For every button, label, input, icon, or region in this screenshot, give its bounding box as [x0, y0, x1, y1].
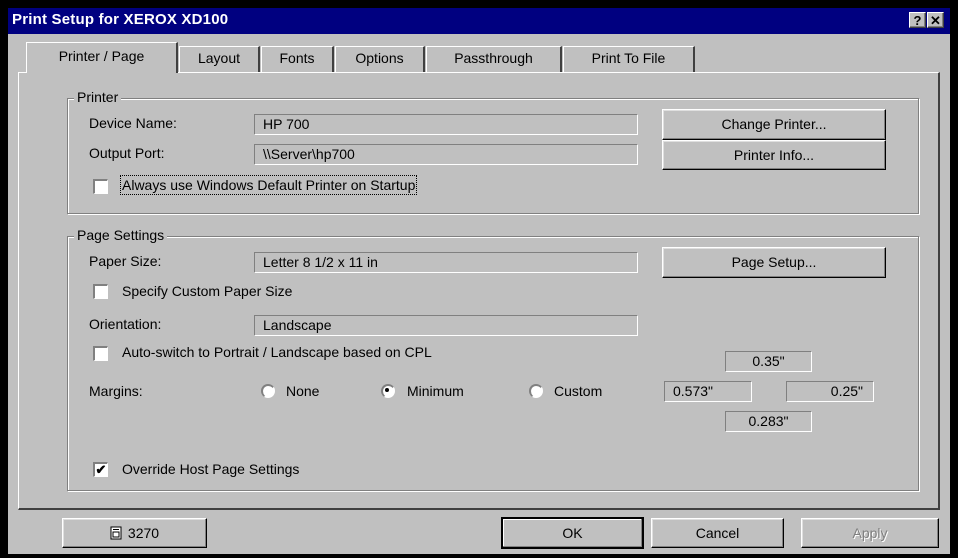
margin-custom-radio[interactable] [529, 384, 543, 398]
help-icon: ? [913, 13, 922, 28]
orientation-field: Landscape [254, 315, 638, 336]
paper-size-label: Paper Size: [89, 253, 162, 269]
tab-label: Fonts [279, 50, 315, 66]
autoswitch-checkbox-label[interactable]: Auto-switch to Portrait / Landscape base… [122, 344, 432, 360]
screen-frame-left [0, 0, 8, 558]
apply-button[interactable]: Apply [801, 518, 939, 548]
page-settings-legend: Page Settings [74, 227, 168, 243]
tab-passthrough[interactable]: Passthrough [426, 46, 562, 72]
tab-layout[interactable]: Layout [179, 46, 260, 72]
printer-info-button[interactable]: Printer Info... [662, 140, 886, 170]
tab-label: Options [355, 50, 404, 66]
close-icon: ✕ [930, 13, 941, 28]
paper-size-value: Letter 8 1/2 x 11 in [263, 254, 378, 270]
margin-left-value: 0.573" [673, 383, 714, 399]
page-setup-button[interactable]: Page Setup... [662, 247, 886, 278]
code-page-label: 3270 [127, 525, 160, 541]
code-page-button[interactable]: 3270 [62, 518, 207, 548]
printer-info-label: Printer Info... [733, 147, 815, 163]
margin-minimum-label[interactable]: Minimum [407, 383, 464, 399]
orientation-value: Landscape [263, 317, 332, 333]
margin-none-radio[interactable] [261, 384, 275, 398]
tab-fonts[interactable]: Fonts [261, 46, 334, 72]
document-icon [110, 526, 122, 540]
output-port-label: Output Port: [89, 145, 165, 161]
tab-label: Printer / Page [58, 48, 145, 64]
paper-size-field: Letter 8 1/2 x 11 in [254, 252, 638, 273]
ok-label: OK [562, 525, 583, 541]
default-printer-checkbox-label[interactable]: Always use Windows Default Printer on St… [119, 175, 418, 195]
margins-label: Margins: [89, 383, 143, 399]
tab-label: Print To File [591, 50, 666, 66]
screen-frame-top [0, 0, 958, 8]
custom-paper-size-checkbox[interactable] [93, 284, 108, 299]
output-port-field: \\Server\hp700 [254, 144, 638, 165]
check-mark-icon: ✔ [95, 462, 107, 477]
tab-label: Passthrough [454, 50, 533, 66]
margin-top-value: 0.35" [752, 353, 785, 369]
margin-right-field[interactable]: 0.25" [786, 381, 874, 402]
margin-top-field[interactable]: 0.35" [725, 351, 812, 372]
margin-bottom-field[interactable]: 0.283" [725, 411, 812, 432]
ok-button[interactable]: OK [501, 517, 644, 549]
change-printer-button[interactable]: Change Printer... [662, 109, 886, 140]
title-bar[interactable]: Print Setup for XEROX XD100 ? ✕ [8, 8, 950, 34]
tab-print-to-file[interactable]: Print To File [563, 46, 695, 72]
device-name-label: Device Name: [89, 115, 177, 131]
override-host-checkbox[interactable]: ✔ [93, 462, 108, 477]
device-name-value: HP 700 [263, 116, 310, 132]
change-printer-label: Change Printer... [721, 116, 827, 132]
tab-options[interactable]: Options [335, 46, 425, 72]
apply-label: Apply [852, 525, 888, 541]
default-printer-checkbox[interactable] [93, 179, 108, 194]
margin-left-field[interactable]: 0.573" [664, 381, 752, 402]
device-name-field: HP 700 [254, 114, 638, 135]
cancel-button[interactable]: Cancel [651, 518, 784, 548]
custom-paper-size-label[interactable]: Specify Custom Paper Size [122, 283, 292, 299]
screen-frame-bottom [0, 554, 958, 558]
margin-minimum-radio[interactable] [381, 384, 395, 398]
orientation-label: Orientation: [89, 316, 162, 332]
print-setup-dialog: Print Setup for XEROX XD100 ? ✕ Printer … [8, 8, 950, 554]
override-host-label[interactable]: Override Host Page Settings [122, 461, 299, 477]
tab-label: Layout [197, 50, 241, 66]
printer-group-legend: Printer [74, 89, 122, 105]
tab-printer-page[interactable]: Printer / Page [26, 42, 178, 73]
output-port-value: \\Server\hp700 [263, 146, 355, 162]
radio-selected-dot [385, 388, 389, 392]
screen-frame-right [950, 0, 958, 558]
autoswitch-checkbox[interactable] [93, 346, 108, 361]
margin-right-value: 0.25" [830, 383, 863, 399]
window-title: Print Setup for XEROX XD100 [12, 11, 229, 28]
page-setup-label: Page Setup... [731, 254, 817, 270]
cancel-label: Cancel [695, 525, 740, 541]
tab-panel-printer-page: Printer Device Name: HP 700 Output Port:… [18, 72, 940, 510]
margin-bottom-value: 0.283" [748, 413, 789, 429]
help-button[interactable]: ? [909, 12, 926, 28]
margin-custom-label[interactable]: Custom [554, 383, 602, 399]
margin-none-label[interactable]: None [286, 383, 319, 399]
close-button[interactable]: ✕ [927, 12, 944, 28]
